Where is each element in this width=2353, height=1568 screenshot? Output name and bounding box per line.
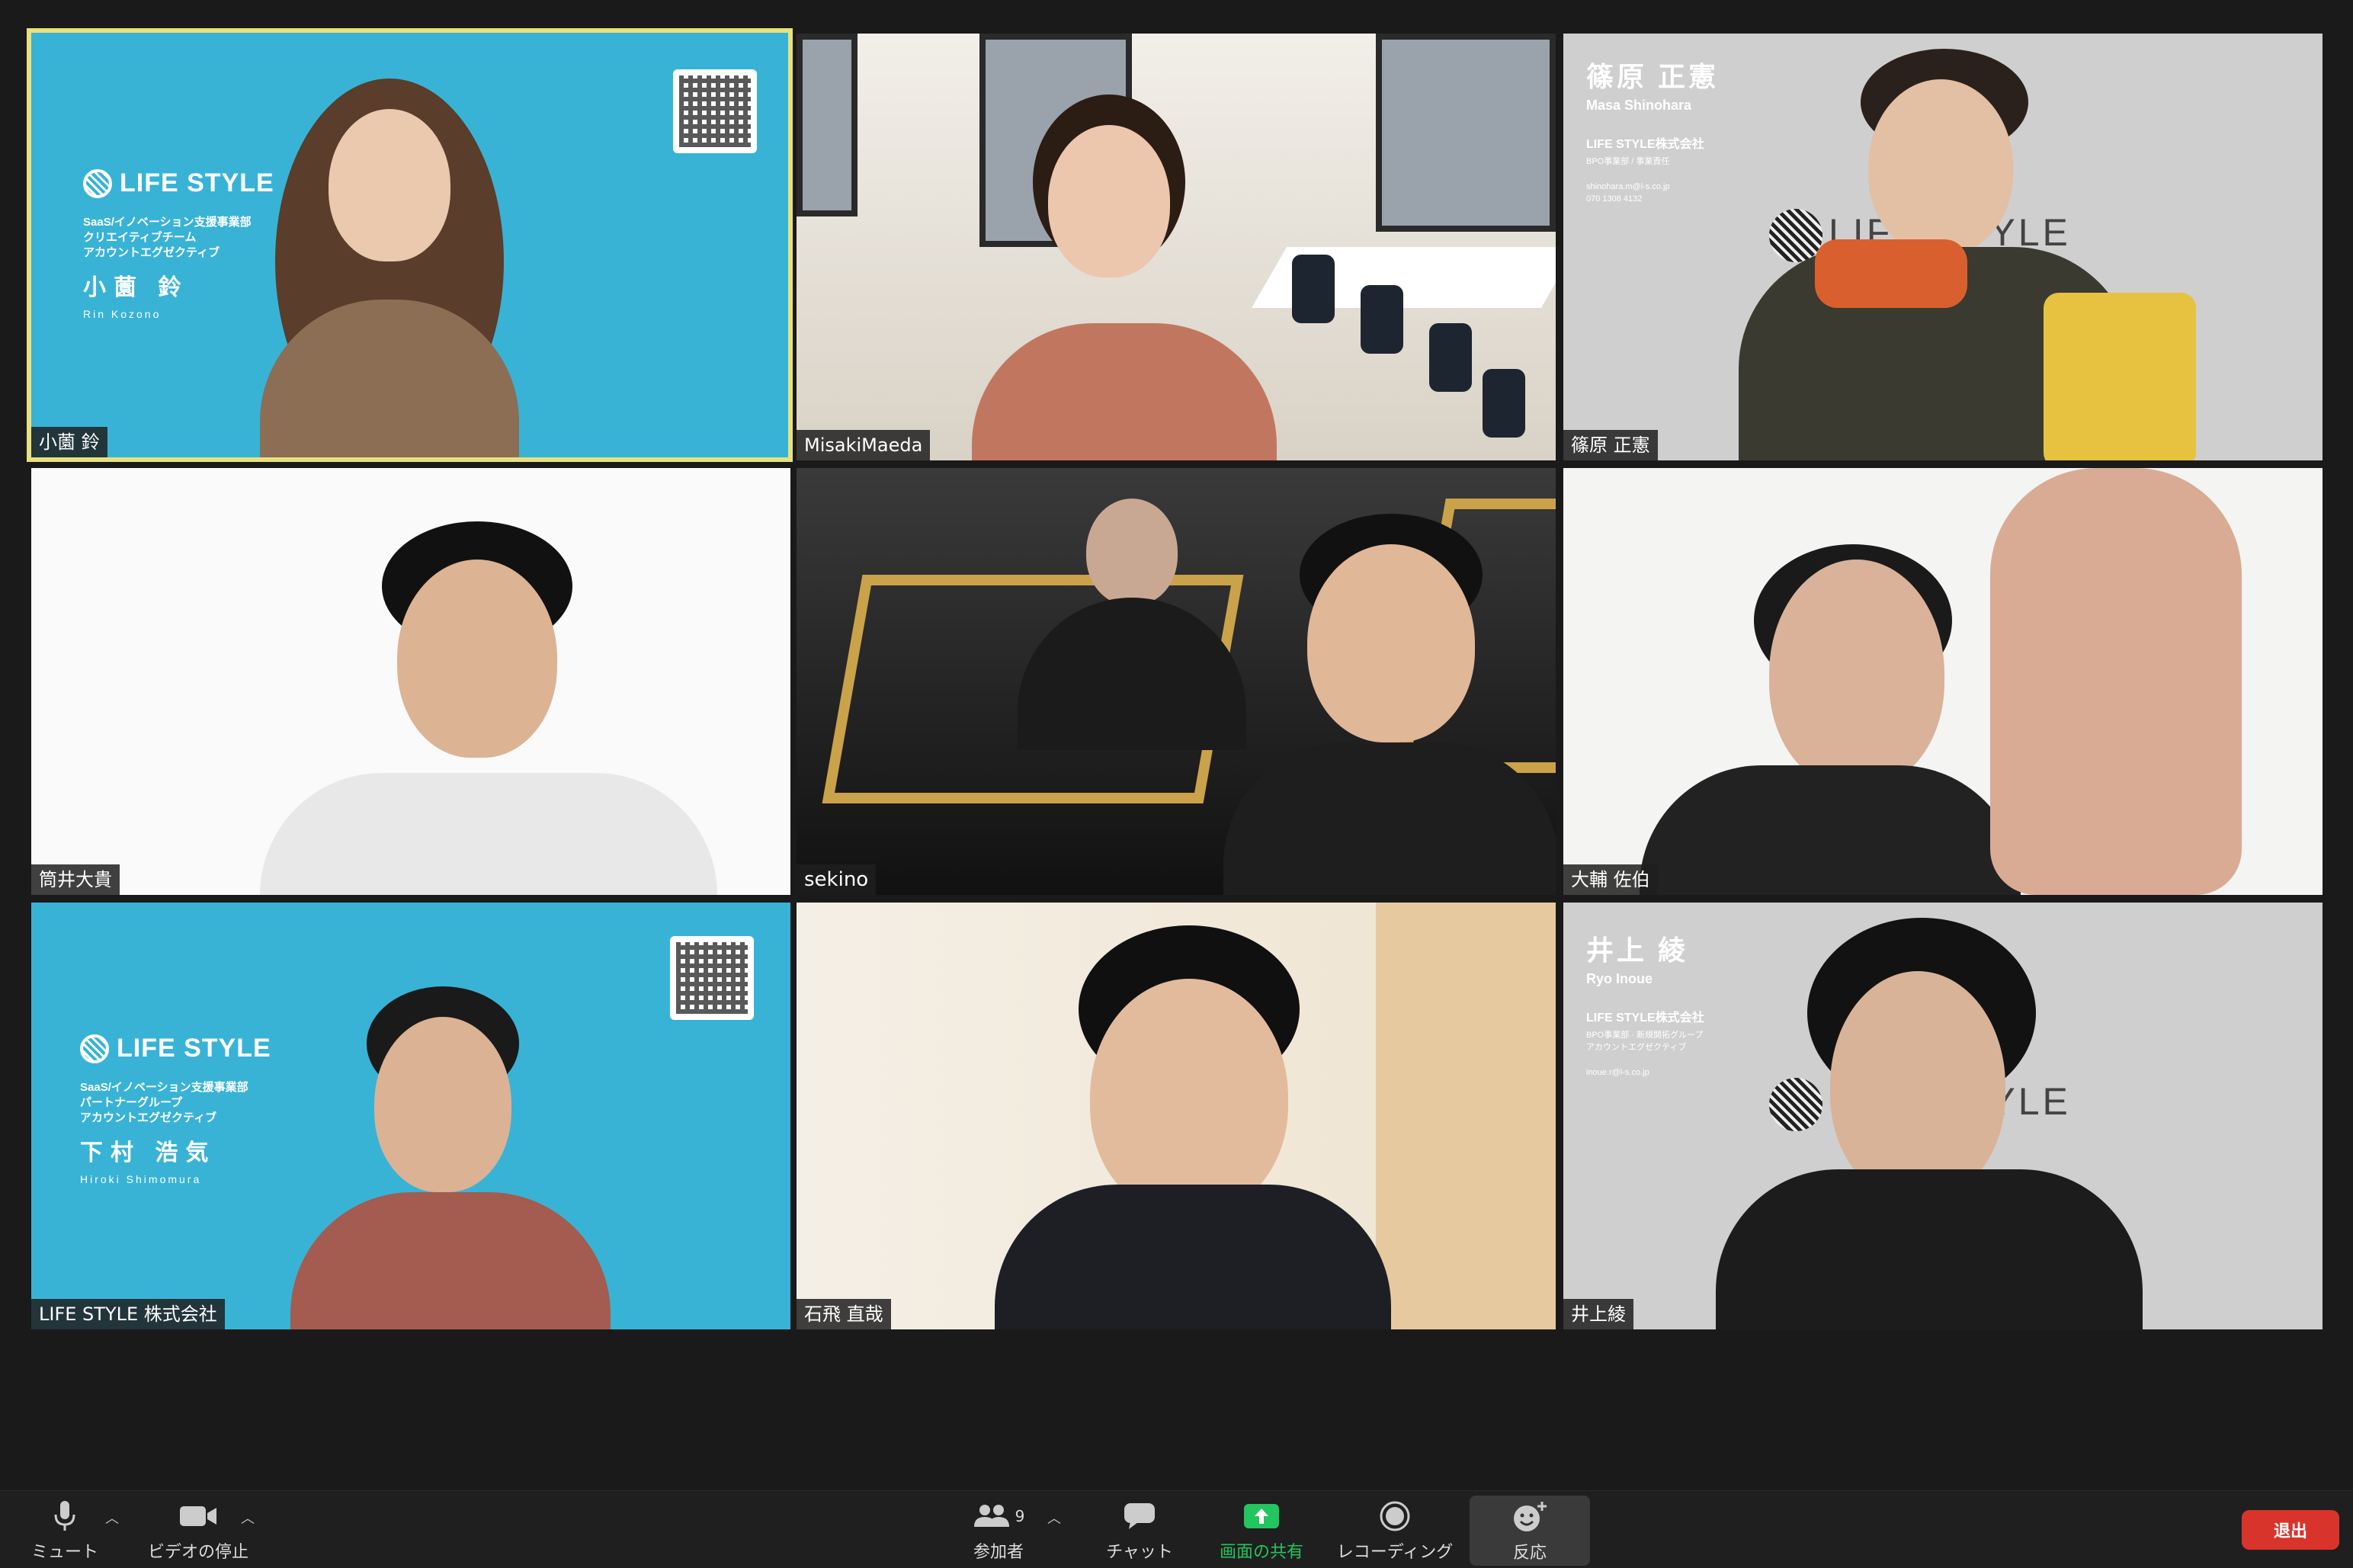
video-camera-icon: [180, 1505, 216, 1526]
participant-name: 大輔 佐伯: [1563, 864, 1658, 895]
card-subtitle: アカウントエグゼクティブ: [1586, 1043, 1687, 1052]
record-button[interactable]: レコーディング: [1334, 1491, 1456, 1568]
card-name-jp: 井上 綾: [1586, 935, 1689, 966]
participants-label: 参加者: [973, 1542, 1024, 1562]
dept-line: パートナーグループ: [80, 1096, 183, 1109]
card-company: LIFE STYLE株式会社: [1586, 138, 1704, 151]
video-tile-tsutsui[interactable]: 筒井大貴: [31, 468, 790, 895]
virtual-background-card: LIFE STYLE SaaS/イノベーション支援事業部 パートナーグループ ア…: [80, 1034, 271, 1185]
dept-line: アカウントエグゼクティブ: [83, 246, 220, 259]
reactions-label: 反応: [1512, 1544, 1547, 1563]
card-phone: 070 1308 4132: [1586, 194, 1643, 204]
record-label: レコーディング: [1336, 1542, 1454, 1562]
card-name-jp: 篠原 正憲: [1586, 61, 1720, 92]
virtual-background-card: LIFE STYLE SaaS/イノベーション支援事業部 クリエイティブチーム …: [83, 168, 274, 320]
life-style-logo-icon: [1769, 1078, 1822, 1131]
microphone-icon: [54, 1500, 75, 1531]
mute-label: ミュート: [30, 1542, 98, 1562]
dept-line: クリエイティブチーム: [83, 231, 197, 244]
participant-name: 小薗 鈴: [31, 427, 107, 457]
video-tile-ishitobi[interactable]: 石飛 直哉: [797, 903, 1556, 1329]
raised-hand: [1990, 468, 2242, 895]
dept-line: アカウントエグゼクティブ: [80, 1111, 217, 1124]
share-screen-button[interactable]: 画面の共有: [1212, 1491, 1311, 1568]
video-tile-sekino[interactable]: sekino: [797, 468, 1556, 895]
chevron-up-icon[interactable]: ︿: [1047, 1508, 1061, 1528]
chevron-up-icon[interactable]: ︿: [241, 1508, 255, 1528]
life-style-logo-icon: [80, 1034, 109, 1063]
participants-icon: [973, 1504, 1009, 1527]
participants-button[interactable]: 9 参加者: [960, 1491, 1037, 1568]
virtual-background-card: 井上 綾 Ryo Inoue LIFE STYLE株式会社 BPO事業部 · 新…: [1586, 928, 1704, 1077]
video-tile-shimomura[interactable]: LIFE STYLE SaaS/イノベーション支援事業部 パートナーグループ ア…: [31, 903, 790, 1329]
stop-video-button[interactable]: ビデオの停止: [137, 1491, 259, 1568]
virtual-background-card: 篠原 正憲 Masa Shinohara LIFE STYLE株式会社 BPO事…: [1586, 55, 1719, 204]
video-tile-misaki[interactable]: MisakiMaeda: [797, 34, 1556, 460]
video-tile-saeki[interactable]: 大輔 佐伯: [1563, 468, 2323, 895]
card-name-en: Rin Kozono: [83, 308, 162, 320]
video-label: ビデオの停止: [147, 1542, 248, 1562]
card-subtitle: BPO事業部 / 事業責任: [1586, 157, 1670, 166]
wall-panel: [1376, 903, 1556, 1329]
chat-icon: [1124, 1502, 1155, 1529]
leave-meeting-button[interactable]: 退出: [2242, 1510, 2339, 1550]
card-email: shinohara.m@l-s.co.jp: [1586, 182, 1670, 191]
card-company: LIFE STYLE株式会社: [1586, 1012, 1704, 1024]
video-tile-shinohara[interactable]: 篠原 正憲 Masa Shinohara LIFE STYLE株式会社 BPO事…: [1563, 34, 2323, 460]
card-subtitle: BPO事業部 · 新規開拓グループ: [1586, 1031, 1704, 1040]
participant-name: 筒井大貴: [31, 864, 120, 895]
share-screen-icon: [1244, 1503, 1279, 1528]
video-tile-inoue[interactable]: 井上 綾 Ryo Inoue LIFE STYLE株式会社 BPO事業部 · 新…: [1563, 903, 2323, 1329]
chat-label: チャット: [1106, 1542, 1173, 1562]
card-name-jp: 小薗 鈴: [83, 275, 189, 300]
dept-line: SaaS/イノベーション支援事業部: [80, 1081, 248, 1094]
share-label: 画面の共有: [1219, 1542, 1303, 1562]
video-grid: LIFE STYLE SaaS/イノベーション支援事業部 クリエイティブチーム …: [0, 0, 2353, 1490]
qr-code-icon: [673, 69, 757, 153]
qr-code-icon: [670, 936, 754, 1020]
record-icon: [1380, 1501, 1410, 1531]
life-style-logo-icon: [1769, 209, 1822, 262]
participant-name: sekino: [797, 864, 877, 895]
card-name-en: Ryo Inoue: [1586, 971, 1653, 986]
participant-name: LIFE STYLE 株式会社: [31, 1299, 225, 1329]
participant-name: 石飛 直哉: [797, 1299, 891, 1329]
participant-name: 篠原 正憲: [1563, 430, 1658, 460]
participants-count: 9: [1015, 1506, 1025, 1525]
participant-name: 井上綾: [1563, 1299, 1633, 1329]
reactions-button[interactable]: 反応: [1470, 1496, 1590, 1566]
card-name-en: Hiroki Shimomura: [80, 1173, 202, 1185]
brand-logo-text: LIFE STYLE: [117, 1034, 271, 1063]
card-email: inoue.r@l-s.co.jp: [1586, 1068, 1649, 1077]
card-name-en: Masa Shinohara: [1586, 98, 1692, 113]
chevron-up-icon[interactable]: ︿: [105, 1508, 119, 1528]
video-tile-kozono[interactable]: LIFE STYLE SaaS/イノベーション支援事業部 クリエイティブチーム …: [27, 28, 793, 462]
card-name-jp: 下村 浩気: [80, 1140, 216, 1166]
life-style-logo-icon: [83, 168, 112, 198]
meeting-toolbar: ミュート ︿ ビデオの停止 ︿ 9 参加者 ︿ チャット 画面の共有 レコーディ…: [0, 1490, 2353, 1568]
chat-button[interactable]: チャット: [1098, 1491, 1181, 1568]
brand-logo-text: LIFE STYLE: [120, 168, 274, 197]
dept-line: SaaS/イノベーション支援事業部: [83, 216, 252, 229]
participant-name: MisakiMaeda: [797, 430, 931, 460]
reaction-emoji-icon: [1514, 1502, 1547, 1531]
mute-button[interactable]: ミュート: [23, 1491, 107, 1568]
